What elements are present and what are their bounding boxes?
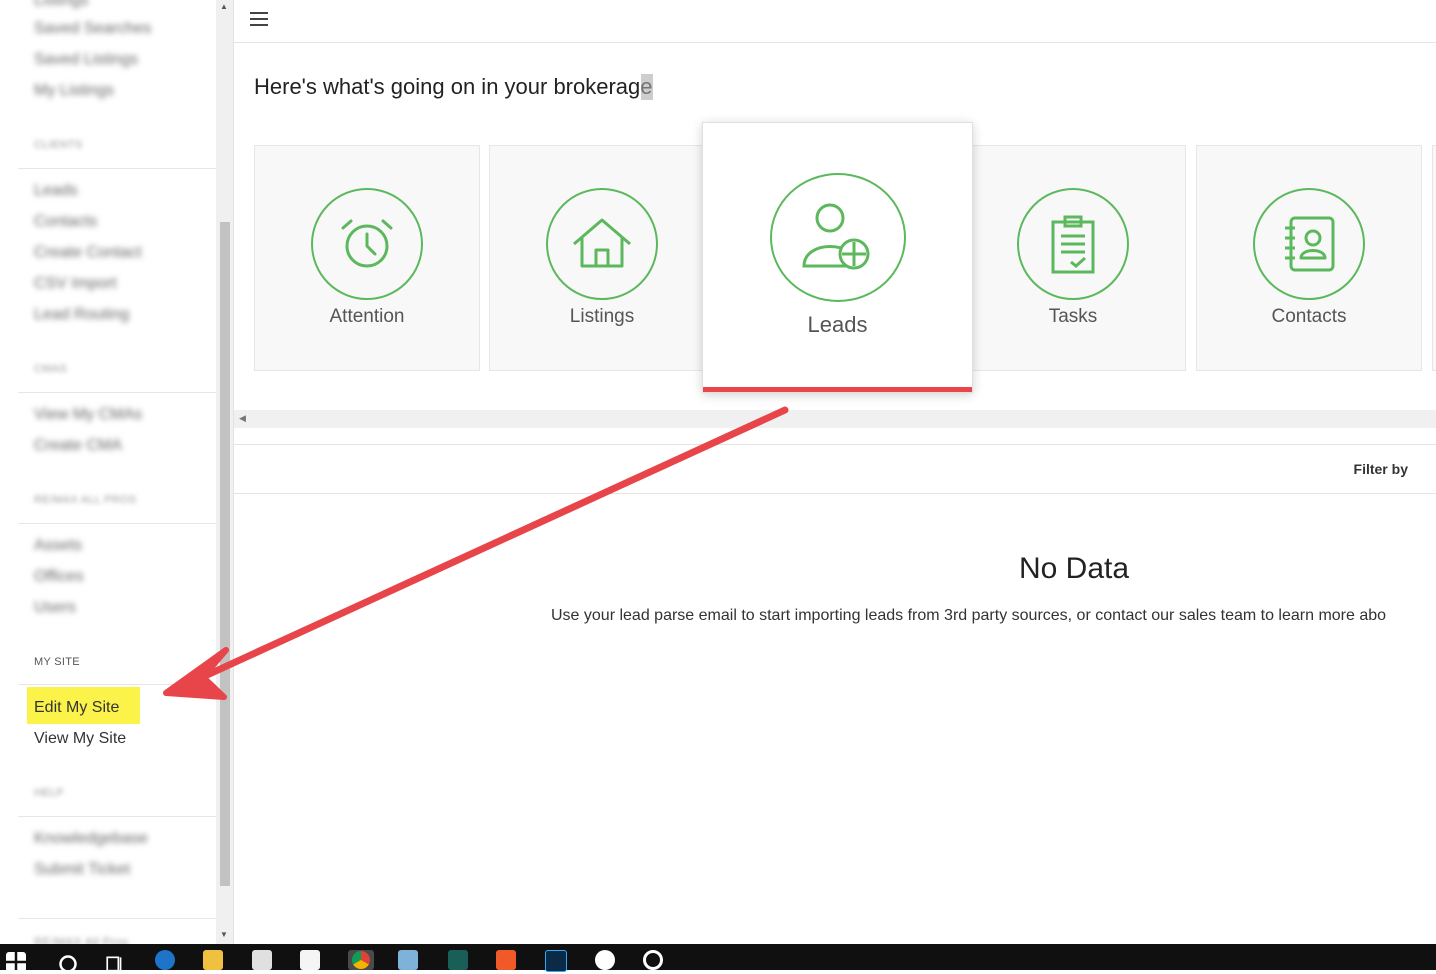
sidebar-item-edit-my-site[interactable]: Edit My Site bbox=[34, 699, 119, 717]
sidebar-divider bbox=[18, 392, 216, 393]
main-content: Here's what's going on in your brokerage… bbox=[234, 0, 1436, 944]
no-data-title: No Data bbox=[1018, 552, 1130, 585]
sidebar-heading-remax: RE/MAX ALL PROS bbox=[34, 494, 137, 506]
camera-app-icon[interactable] bbox=[643, 950, 663, 970]
sidebar-item-view-my-site[interactable]: View My Site bbox=[34, 730, 126, 748]
sidebar-item-create-contact[interactable]: Create Contact bbox=[34, 244, 142, 262]
sidebar-item-offices[interactable]: Offices bbox=[34, 568, 84, 586]
card-contacts[interactable]: Contacts bbox=[1196, 145, 1422, 371]
text-cursor-marker bbox=[640, 74, 653, 100]
sidebar-item-lead-routing[interactable]: Lead Routing bbox=[34, 306, 129, 324]
sidebar-divider bbox=[18, 523, 216, 524]
store-icon[interactable] bbox=[252, 950, 272, 970]
edge-icon[interactable] bbox=[155, 950, 175, 970]
sidebar: Listings Saved Searches Saved Listings M… bbox=[0, 0, 216, 944]
mail-icon[interactable] bbox=[300, 950, 320, 970]
sidebar-heading-my-site: MY SITE bbox=[34, 656, 80, 668]
top-bar bbox=[234, 0, 1436, 43]
sidebar-scrollbar[interactable]: ▲ ▼ bbox=[216, 0, 234, 944]
card-label: Attention bbox=[329, 306, 405, 327]
sidebar-item-create-cma[interactable]: Create CMA bbox=[34, 437, 122, 455]
task-view-icon[interactable] bbox=[105, 954, 125, 974]
scroll-left-icon[interactable]: ◀ bbox=[239, 413, 246, 424]
card-listings[interactable]: Listings bbox=[489, 145, 715, 371]
sidebar-item-saved-searches[interactable]: Saved Searches bbox=[34, 20, 151, 38]
snagit-icon[interactable] bbox=[496, 950, 516, 970]
eraser-app-icon[interactable] bbox=[398, 950, 418, 970]
sidebar-divider bbox=[18, 816, 216, 817]
horizontal-scrollbar[interactable]: ◀ bbox=[234, 410, 1436, 428]
sidebar-divider bbox=[18, 918, 216, 919]
sidebar-item-my-listings[interactable]: My Listings bbox=[34, 82, 114, 100]
card-label: Listings bbox=[569, 306, 635, 327]
sidebar-item-knowledgebase[interactable]: Knowledgebase bbox=[34, 830, 148, 848]
sidebar-item-csv-import[interactable]: CSV Import bbox=[34, 275, 117, 293]
filter-bar: Filter by bbox=[234, 444, 1436, 494]
card-partial[interactable] bbox=[1432, 145, 1436, 371]
clipboard-checklist-icon bbox=[1017, 188, 1129, 300]
scroll-down-icon[interactable]: ▼ bbox=[220, 930, 228, 939]
sidebar-item-contacts[interactable]: Contacts bbox=[34, 213, 97, 231]
sumatra-icon[interactable] bbox=[448, 950, 468, 970]
address-book-icon bbox=[1253, 188, 1365, 300]
page-title: Here's what's going on in your brokerage bbox=[254, 74, 653, 100]
scroll-up-icon[interactable]: ▲ bbox=[220, 2, 228, 11]
photoshop-icon[interactable] bbox=[545, 950, 567, 972]
hamburger-menu-icon[interactable] bbox=[250, 12, 268, 26]
taskbar bbox=[0, 944, 1436, 973]
sidebar-heading-help: HELP bbox=[34, 787, 64, 799]
sidebar-item-leads[interactable]: Leads bbox=[34, 182, 78, 200]
sidebar-footer: RE/MAX All Pros bbox=[34, 935, 129, 944]
search-icon[interactable] bbox=[58, 954, 78, 974]
card-label: Tasks bbox=[1048, 306, 1098, 327]
house-icon bbox=[546, 188, 658, 300]
sidebar-item-view-my-cmas[interactable]: View My CMAs bbox=[34, 406, 142, 424]
sidebar-item-submit-ticket[interactable]: Submit Ticket bbox=[34, 861, 130, 879]
no-data-message: Use your lead parse email to start impor… bbox=[551, 607, 1387, 624]
card-label: Contacts bbox=[1271, 306, 1347, 327]
sidebar-heading-clients: CLIENTS bbox=[34, 139, 83, 151]
sidebar-divider bbox=[18, 684, 216, 685]
user-target-icon bbox=[770, 173, 906, 302]
card-tasks[interactable]: Tasks bbox=[960, 145, 1186, 371]
filter-by-label[interactable]: Filter by bbox=[1354, 461, 1408, 477]
file-explorer-icon[interactable] bbox=[203, 950, 223, 970]
sidebar-divider bbox=[18, 168, 216, 169]
card-leads[interactable]: Leads bbox=[702, 122, 973, 393]
windows-start-icon[interactable] bbox=[6, 952, 26, 972]
chrome-icon[interactable] bbox=[348, 950, 374, 970]
slack-icon[interactable] bbox=[595, 950, 615, 970]
scrollbar-thumb[interactable] bbox=[220, 222, 230, 886]
sidebar-item-assets[interactable]: Assets bbox=[34, 537, 82, 555]
sidebar-item-users[interactable]: Users bbox=[34, 599, 76, 617]
sidebar-item-saved-listings[interactable]: Saved Listings bbox=[34, 51, 138, 69]
card-attention[interactable]: Attention bbox=[254, 145, 480, 371]
active-tab-underline bbox=[703, 387, 972, 392]
alarm-clock-icon bbox=[311, 188, 423, 300]
sidebar-heading-cmas: CMAS bbox=[34, 363, 67, 375]
card-label: Leads bbox=[807, 312, 868, 337]
sidebar-item-listings[interactable]: Listings bbox=[34, 0, 88, 10]
